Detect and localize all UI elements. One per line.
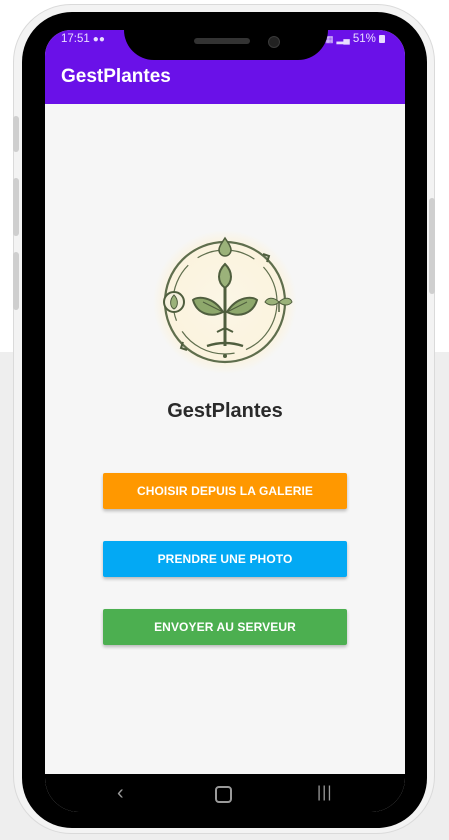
home-icon[interactable] [215,786,232,808]
battery-icon [378,35,385,43]
app-title: GestPlantes [61,66,171,87]
speaker-grille [194,38,250,44]
status-time: 17:51 [61,33,90,45]
plant-cycle-logo-icon [151,228,299,376]
side-button [13,116,19,152]
power-button [429,198,435,294]
status-left: 17:51 ●● [61,31,105,47]
back-icon[interactable]: ‹ [117,782,124,805]
phone-screen: 17:51 ●● ▦ ▂▄ 51% GestPlantes GestPlante… [45,30,405,812]
battery-level: 51% [352,33,376,45]
navigation-bar: ‹ ||| [45,774,405,812]
recents-icon[interactable]: ||| [317,784,332,802]
game-controller-icon: ●● [92,33,105,45]
front-camera [268,36,280,48]
volume-up-button [13,178,19,236]
camera-notch [124,12,328,60]
volume-down-button [13,252,19,310]
send-to-server-button[interactable]: ENVOYER AU SERVEUR [103,609,347,645]
status-right: ▦ ▂▄ 51% [325,31,385,47]
signal-icon: ▂▄ [336,33,350,44]
choose-from-gallery-button[interactable]: CHOISIR DEPUIS LA GALERIE [103,473,347,509]
take-photo-button[interactable]: PRENDRE UNE PHOTO [103,541,347,577]
brand-name: GestPlantes [167,400,283,422]
